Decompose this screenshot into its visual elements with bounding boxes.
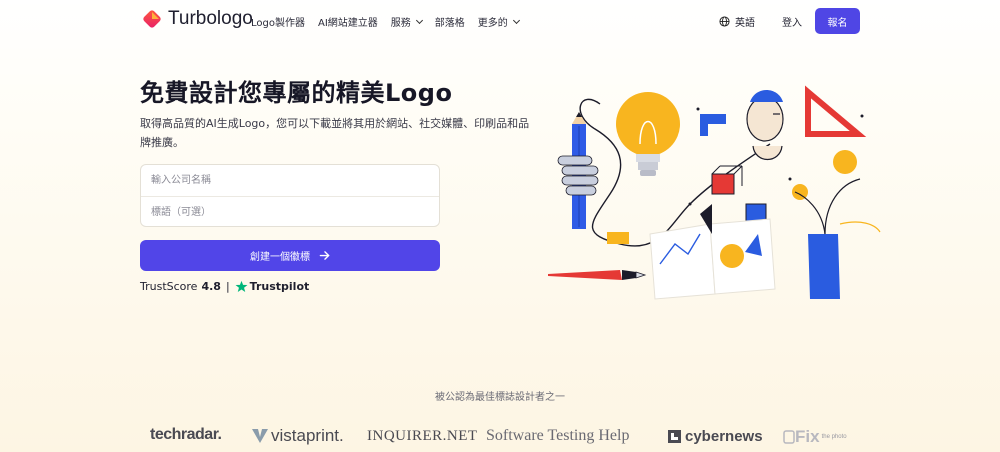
software-testing-help-logo: Software Testing Help [486, 427, 630, 444]
chevron-down-icon [415, 16, 423, 24]
person-icon [746, 90, 784, 161]
fixthephoto-small: the photo [821, 434, 847, 440]
nav-services[interactable]: 服務 [390, 14, 423, 29]
vase-plant-icon [794, 178, 881, 299]
pen-icon [548, 270, 647, 280]
create-logo-label: 創建一個徽標 [250, 252, 310, 263]
vistaprint-logo: vistaprint. [252, 426, 344, 446]
featured-heading: 被公認為最佳標誌設計者之一 [435, 392, 565, 403]
pencil-hand-icon [557, 112, 599, 229]
language-label: 英語 [735, 18, 755, 29]
fixthephoto-logo: Fix the photo [783, 427, 847, 447]
ruler-triangle-icon [805, 85, 867, 137]
fixthephoto-icon [783, 430, 795, 444]
chevron-down-icon [512, 16, 520, 24]
trustscore-value: 4.8 [201, 280, 221, 293]
cybernews-logo: cybernews [668, 428, 763, 445]
company-name-input[interactable] [141, 165, 439, 196]
nav-blog-label: 部落格 [434, 18, 465, 29]
trust-separator: | [225, 280, 230, 293]
inquirer-logo: INQUIRER.NET [367, 428, 478, 444]
vistaprint-text: vistaprint. [271, 426, 344, 445]
sun-shape [833, 150, 857, 174]
vistaprint-icon [252, 429, 268, 443]
lightbulb-icon [616, 92, 680, 176]
nav-logo-maker[interactable]: Logo製作器 [251, 14, 305, 29]
sticker-shape [607, 232, 629, 244]
nav-services-label: 服務 [390, 18, 411, 29]
main-menu: Logo製作器 AI網站建立器 服務 部落格 更多的 [251, 14, 532, 29]
create-logo-button[interactable]: 創建一個徽標 [140, 240, 440, 271]
cybernews-icon [668, 430, 681, 443]
globe-icon [719, 16, 730, 27]
hero-illustration [548, 85, 881, 300]
nav-blog[interactable]: 部落格 [435, 14, 465, 29]
trustpilot-star-icon [235, 280, 248, 293]
signup-button[interactable]: 報名 [815, 8, 860, 34]
nav-more-label: 更多的 [477, 18, 508, 29]
nav-more[interactable]: 更多的 [477, 14, 520, 29]
nav-ai-website-builder-label: AI網站建立器 [317, 18, 378, 29]
top-navigation: Turbologo Logo製作器 AI網站建立器 服務 部落格 更多的 英語 … [0, 0, 1000, 44]
brand-logo[interactable]: Turbologo [141, 8, 253, 30]
techradar-logo: techradar. [150, 426, 222, 443]
cube-icon [711, 165, 767, 223]
hero-subtitle: 取得高品質的AI生成Logo，您可以下載並將其用於網站、社交媒體、印刷品和品牌推… [140, 117, 530, 149]
logo-text: Turbologo [168, 8, 253, 29]
nav-logo-maker-label: Logo製作器 [251, 18, 305, 29]
trustscore-label: TrustScore [140, 280, 198, 293]
logo-form [140, 164, 440, 227]
slogan-input[interactable] [141, 197, 439, 226]
featured-brands: techradar. vistaprint. INQUIRER.NET Soft… [150, 424, 860, 450]
flag-icon [700, 114, 726, 136]
trustpilot-name: Trustpilot [249, 280, 310, 293]
cybernews-text: cybernews [685, 428, 763, 445]
nav-ai-website-builder[interactable]: AI網站建立器 [318, 14, 378, 29]
login-link[interactable]: 登入 [782, 14, 802, 29]
hero-title: 免費設計您專屬的精美Logo [140, 79, 453, 107]
trustscore-row[interactable]: TrustScore 4.8 | Trustpilot [140, 280, 309, 293]
arrow-right-icon [319, 251, 330, 260]
fixthephoto-text: Fix [795, 427, 820, 446]
language-selector[interactable]: 英語 [719, 14, 755, 29]
logo-mark-icon [143, 10, 161, 28]
